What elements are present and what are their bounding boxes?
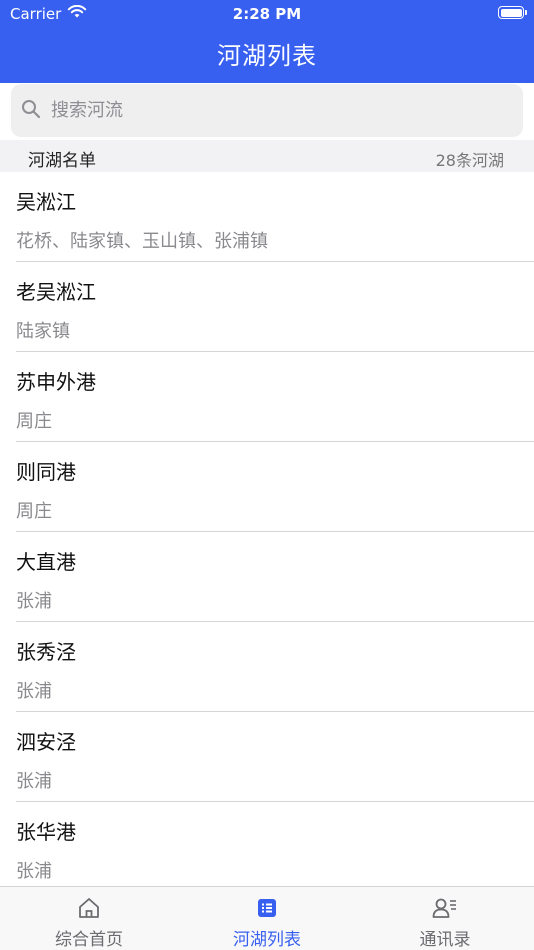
river-towns: 张浦 — [16, 861, 52, 882]
river-name: 苏申外港 — [16, 370, 96, 394]
river-list: 吴淞江 花桥、陆家镇、玉山镇、张浦镇 老吴淞江 陆家镇 苏申外港 周庄 则同港 … — [0, 172, 534, 892]
river-name: 大直港 — [16, 550, 76, 574]
contacts-icon — [432, 897, 458, 923]
river-towns: 花桥、陆家镇、玉山镇、张浦镇 — [16, 231, 268, 252]
battery-level — [500, 8, 522, 17]
section-header: 河湖名单 28条河湖 — [0, 140, 534, 172]
river-name: 老吴淞江 — [16, 280, 96, 304]
river-towns: 周庄 — [16, 411, 52, 432]
list-item[interactable]: 张秀泾 张浦 — [0, 622, 534, 712]
list-item[interactable]: 张华港 张浦 — [0, 802, 534, 892]
list-item[interactable]: 老吴淞江 陆家镇 — [0, 262, 534, 352]
status-time: 2:28 PM — [232, 5, 302, 23]
river-towns: 张浦 — [16, 771, 52, 792]
river-towns: 张浦 — [16, 681, 52, 702]
tab-label: 河湖列表 — [233, 930, 301, 950]
list-item[interactable]: 苏申外港 周庄 — [0, 352, 534, 442]
river-name: 则同港 — [16, 460, 76, 484]
river-count: 28条河湖 — [435, 151, 504, 170]
river-towns: 周庄 — [16, 501, 52, 522]
tab-contacts[interactable]: 通讯录 — [356, 887, 534, 950]
list-item[interactable]: 则同港 周庄 — [0, 442, 534, 532]
tab-bar: 综合首页 河湖列表 通讯录 — [0, 886, 534, 950]
battery-icon — [498, 6, 527, 19]
home-icon — [77, 897, 101, 923]
river-name: 泗安泾 — [16, 730, 76, 754]
river-name: 张秀泾 — [16, 640, 76, 664]
status-bar: Carrier 2:28 PM — [0, 0, 534, 28]
river-towns: 陆家镇 — [16, 321, 70, 342]
section-title: 河湖名单 — [28, 151, 96, 171]
list-icon — [256, 897, 278, 923]
tab-label: 通讯录 — [419, 930, 471, 950]
search-bar[interactable] — [11, 84, 523, 137]
river-towns: 张浦 — [16, 591, 52, 612]
tab-river-list[interactable]: 河湖列表 — [178, 887, 356, 950]
list-item[interactable]: 泗安泾 张浦 — [0, 712, 534, 802]
list-item[interactable]: 大直港 张浦 — [0, 532, 534, 622]
search-icon — [21, 99, 41, 123]
page-title: 河湖列表 — [217, 42, 317, 70]
list-item[interactable]: 吴淞江 花桥、陆家镇、玉山镇、张浦镇 — [0, 172, 534, 262]
tab-label: 综合首页 — [55, 930, 123, 950]
tab-home[interactable]: 综合首页 — [0, 887, 178, 950]
top-bar: Carrier 2:28 PM 河湖列表 — [0, 0, 534, 83]
river-name: 张华港 — [16, 820, 76, 844]
search-input[interactable] — [49, 99, 493, 122]
river-name: 吴淞江 — [16, 190, 76, 214]
